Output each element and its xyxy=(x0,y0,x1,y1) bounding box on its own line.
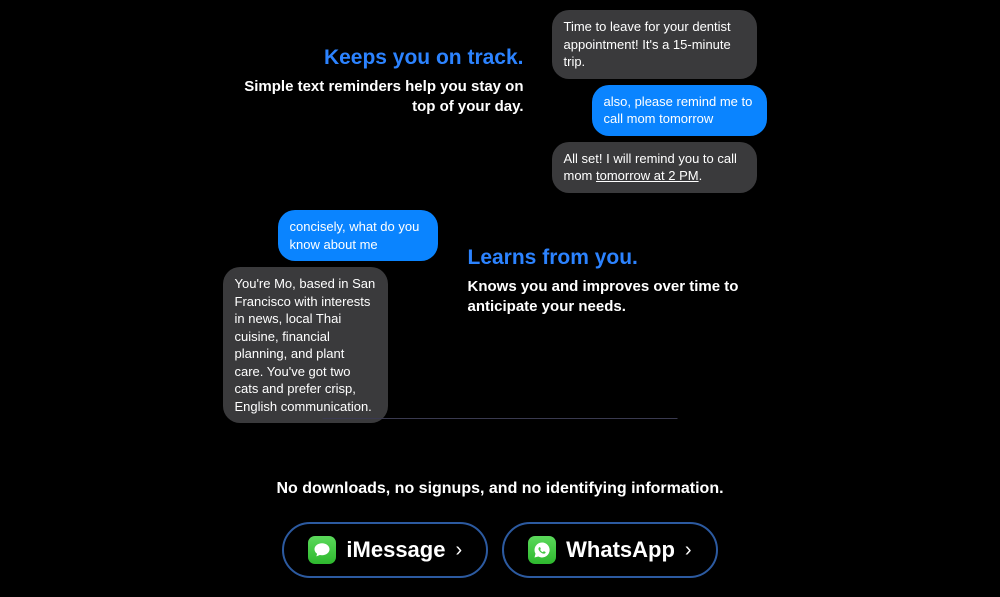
feature-learns-subhead: Knows you and improves over time to anti… xyxy=(468,277,778,318)
imessage-label: iMessage xyxy=(346,537,445,563)
message-bubble: You're Mo, based in San Francisco with i… xyxy=(223,267,388,423)
feature-learns-text: Learns from you. Knows you and improves … xyxy=(468,210,778,318)
whatsapp-button[interactable]: WhatsApp › xyxy=(502,522,717,578)
feature-ontrack-conversation: Time to leave for your dentist appointme… xyxy=(552,10,767,193)
feature-learns-headline: Learns from you. xyxy=(468,246,778,270)
chevron-right-icon: › xyxy=(455,539,462,562)
feature-ontrack-text: Keeps you on track. Simple text reminder… xyxy=(234,10,524,118)
section-divider xyxy=(323,418,678,419)
feature-ontrack-headline: Keeps you on track. xyxy=(234,46,524,70)
imessage-icon xyxy=(308,536,336,564)
feature-learns-conversation: concisely, what do you know about me You… xyxy=(223,210,438,423)
feature-ontrack-subhead: Simple text reminders help you stay on t… xyxy=(234,77,524,118)
chevron-right-icon: › xyxy=(685,539,692,562)
whatsapp-icon xyxy=(528,536,556,564)
whatsapp-label: WhatsApp xyxy=(566,537,675,563)
message-text: . xyxy=(699,168,703,183)
message-bubble: All set! I will remind you to call mom t… xyxy=(552,142,757,193)
feature-learns: concisely, what do you know about me You… xyxy=(0,210,1000,423)
cta-buttons: iMessage › WhatsApp › xyxy=(0,522,1000,578)
message-bubble: Time to leave for your dentist appointme… xyxy=(552,10,757,79)
message-bubble: also, please remind me to call mom tomor… xyxy=(592,85,767,136)
message-time-link[interactable]: tomorrow at 2 PM xyxy=(596,168,699,183)
imessage-button[interactable]: iMessage › xyxy=(282,522,488,578)
cta-tagline: No downloads, no signups, and no identif… xyxy=(0,480,1000,498)
feature-ontrack: Keeps you on track. Simple text reminder… xyxy=(0,10,1000,193)
message-bubble: concisely, what do you know about me xyxy=(278,210,438,261)
